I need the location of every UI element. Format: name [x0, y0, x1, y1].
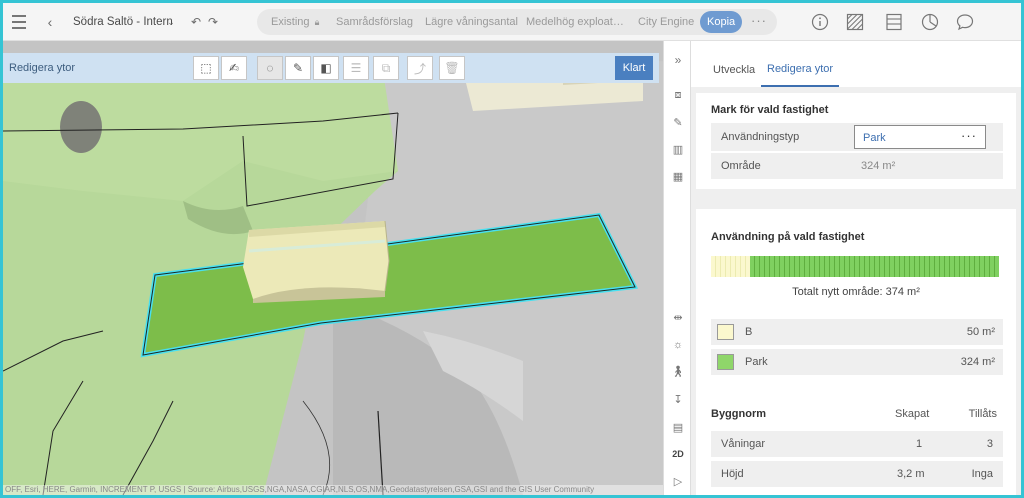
more-options-icon[interactable]: ···	[961, 128, 977, 143]
edit-toolbar: Redigera ytor ⬚ ✍ ◌ ✎ ◧ ☰ ⧉ ⤴ 🗑︎ Klart	[3, 53, 659, 83]
panel-tabs: Utveckla Redigera ytor	[691, 41, 1021, 87]
copy-icon[interactable]: ⧉	[373, 56, 399, 80]
usage-row: Användningstyp Park ···	[711, 123, 1003, 151]
legend-value: 50 m²	[966, 326, 995, 338]
norm-row-allowed: 3	[986, 438, 993, 450]
reshape-icon[interactable]: ⤴	[407, 56, 433, 80]
land-card-title: Mark för vald fastighet	[711, 104, 829, 116]
scenario-tab[interactable]: Lägre våningsantal	[425, 9, 518, 35]
scenario-tab[interactable]: City Engine	[638, 9, 694, 35]
project-title[interactable]: Södra Saltö - Intern	[73, 3, 173, 41]
norm-row-label: Våningar	[721, 438, 766, 450]
usage-total: Totalt nytt område: 374 m²	[792, 286, 920, 298]
tab-redigera-ytor[interactable]: Redigera ytor	[761, 41, 840, 87]
usage-bar-segment-park	[750, 256, 999, 277]
norm-row-label: Höjd	[721, 468, 744, 480]
area-label: Område	[721, 160, 761, 172]
navigate-icon[interactable]: ↧	[664, 393, 692, 406]
split-icon[interactable]: ◧	[313, 56, 339, 80]
info-icon[interactable]	[811, 13, 829, 31]
legend-row: B 50 m²	[711, 319, 1003, 345]
grid-icon[interactable]: ▦	[664, 170, 692, 183]
usage-value: Park	[863, 132, 886, 144]
norm-row-allowed: Inga	[971, 468, 993, 480]
measure-icon[interactable]: ⇹	[664, 311, 692, 324]
redo-icon[interactable]: ↷	[206, 3, 220, 41]
map-attribution: OFF, Esri, HERE, Garmin, INCREMENT P, US…	[3, 485, 663, 495]
legend-swatch-park	[717, 354, 734, 370]
usage-select[interactable]: Park ···	[854, 125, 986, 149]
table-icon[interactable]	[876, 13, 912, 43]
usage-card-title: Användning på vald fastighet	[711, 231, 865, 243]
usage-bar	[711, 256, 999, 277]
scene-3d[interactable]	[3, 41, 663, 495]
usage-bar-segment-b	[711, 256, 750, 277]
top-bar: ‹ Södra Saltö - Intern ⌄ ↶ ↷ Existing 🔒︎…	[3, 3, 1021, 43]
scenario-bar: Existing 🔒︎ Samrådsförslag Lägre vånings…	[257, 9, 777, 35]
chart-icon[interactable]: ▤	[664, 421, 692, 434]
tool-strip: » ⧈ ✎ ▥ ▦ ⇹ ☼ 🚶︎ ↧ ▤ 2D ▷	[663, 41, 691, 495]
lock-icon: 🔒︎	[314, 17, 320, 27]
scenario-tab[interactable]: Samrådsförslag	[336, 9, 413, 35]
comment-icon[interactable]	[956, 13, 974, 31]
collapse-icon[interactable]: »	[664, 53, 692, 67]
scenario-tab[interactable]: Existing 🔒︎	[271, 9, 319, 35]
scenario-tab-active[interactable]: Kopia	[700, 11, 743, 33]
legend-label: Park	[745, 356, 768, 368]
tab-utveckla[interactable]: Utveckla	[713, 41, 755, 87]
usage-card: Användning på vald fastighet Totalt nytt…	[696, 209, 1016, 495]
more-scenarios-icon[interactable]: ···	[751, 9, 767, 35]
legend-label: B	[745, 326, 753, 338]
trash-icon[interactable]: 🗑︎	[439, 56, 465, 80]
legend-swatch-b	[717, 324, 734, 340]
legend-value: 324 m²	[960, 356, 995, 368]
usage-label: Användningstyp	[721, 131, 800, 143]
norm-title: Byggnorm	[711, 408, 766, 420]
walk-icon[interactable]: 🚶︎	[664, 365, 692, 378]
norm-row-created: 1	[916, 438, 923, 450]
map-view[interactable]: Redigera ytor ⬚ ✍ ◌ ✎ ◧ ☰ ⧉ ⤴ 🗑︎ Klart O…	[3, 41, 663, 495]
chevron-down-icon[interactable]: ⌄	[165, 3, 177, 41]
sun-icon[interactable]: ☼	[664, 339, 692, 351]
norm-header: Byggnorm Skapat Tillåts	[711, 408, 1003, 422]
sketch-icon[interactable]: ✎	[664, 116, 692, 129]
view-2d-toggle[interactable]: 2D	[664, 449, 692, 459]
menu-icon[interactable]	[9, 3, 29, 41]
scenario-tab[interactable]: Medelhög exploat…	[526, 9, 624, 35]
compass-icon[interactable]: ▷	[664, 475, 692, 488]
land-card: Mark för vald fastighet Användningstyp P…	[696, 93, 1016, 189]
norm-col-allowed: Tillåts	[968, 408, 997, 420]
undo-icon[interactable]: ↶	[189, 3, 203, 41]
building-icon[interactable]: ▥	[664, 143, 692, 156]
area-row: Område 324 m²	[711, 153, 1003, 179]
right-panel: Utveckla Redigera ytor Mark för vald fas…	[691, 41, 1021, 495]
app-window: ‹ Södra Saltö - Intern ⌄ ↶ ↷ Existing 🔒︎…	[3, 3, 1021, 495]
norm-col-created: Skapat	[895, 408, 930, 420]
norm-row: Höjd 3,2 m Inga	[711, 461, 1003, 487]
norm-row-created: 3,2 m	[897, 468, 925, 480]
back-icon[interactable]: ‹	[43, 3, 57, 41]
norm-row: Våningar 1 3	[711, 431, 1003, 457]
legend-row: Park 324 m²	[711, 349, 1003, 375]
scenario-label: Existing	[271, 16, 310, 28]
area-value: 324 m²	[861, 160, 896, 172]
hatch-icon[interactable]	[846, 13, 864, 31]
pencil-icon[interactable]: ✎	[285, 56, 311, 80]
edit-toolbar-title: Redigera ytor	[9, 62, 76, 74]
select-icon[interactable]: ◌	[257, 56, 283, 80]
pie-chart-icon[interactable]	[921, 13, 939, 31]
done-button[interactable]: Klart	[615, 56, 653, 80]
layers-icon[interactable]: ⧈	[664, 89, 692, 102]
brush-icon[interactable]: ✍	[221, 56, 247, 80]
box-icon[interactable]: ⬚	[193, 56, 219, 80]
stack-icon[interactable]: ☰	[343, 56, 369, 80]
